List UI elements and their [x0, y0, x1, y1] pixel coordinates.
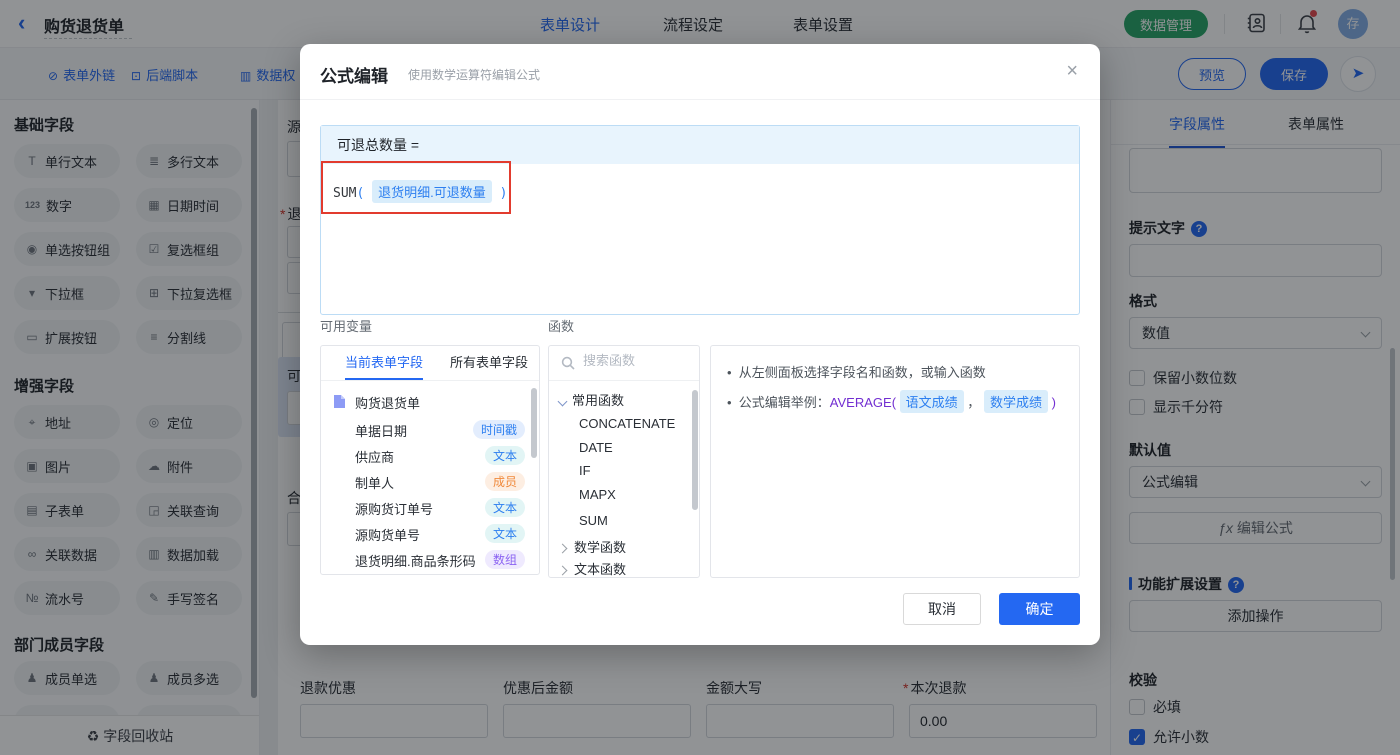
function-item[interactable]: IF	[549, 463, 699, 485]
function-search[interactable]	[549, 346, 699, 381]
functions-list: 常用函数 CONCATENATE DATE IF MAPX SUM 数学函数 文…	[548, 345, 700, 578]
variables-list: 当前表单字段 所有表单字段 购货退货单 单据日期 时间戳 供应商 文本 制单人 成员 …	[320, 345, 540, 575]
type-badge: 文本	[484, 446, 525, 465]
chevron-down-icon	[557, 396, 568, 407]
confirm-button[interactable]: 确定	[999, 593, 1080, 625]
modal-title: 公式编辑	[320, 67, 388, 86]
form-file-icon	[333, 394, 346, 409]
group-math-functions[interactable]: 数学函数	[549, 537, 699, 559]
tab-current-form-fields[interactable]: 当前表单字段	[345, 346, 424, 380]
close-icon[interactable]: ×	[1066, 60, 1078, 83]
variable-row-clipped	[321, 572, 539, 575]
functions-label: 函数	[548, 319, 575, 334]
group-common-functions[interactable]: 常用函数	[549, 390, 699, 412]
type-badge: 文本	[484, 524, 525, 543]
example-function: AVERAGE(	[829, 395, 897, 410]
search-icon	[561, 356, 575, 370]
tree-root[interactable]: 购货退货单	[321, 390, 539, 414]
type-badge: 文本	[484, 498, 525, 517]
variable-row[interactable]: 源购货订单号 文本	[321, 496, 539, 520]
modal-header: 公式编辑 使用数学运算符编辑公式 ×	[300, 44, 1100, 100]
function-name: SUM	[333, 186, 357, 201]
help-bullet: • 从左侧面板选择字段名和函数，或输入函数	[727, 365, 986, 380]
variable-row[interactable]: 供应商 文本	[321, 444, 539, 468]
help-bullet: • 公式编辑举例：AVERAGE( 语文成绩 ， 数学成绩 )	[727, 390, 1056, 413]
formula-target: 可退总数量 =	[321, 126, 1079, 164]
function-item[interactable]: DATE	[549, 440, 699, 462]
variable-row[interactable]: 制单人 成员	[321, 470, 539, 494]
example-field-chip: 语文成绩	[899, 390, 964, 413]
group-text-functions[interactable]: 文本函数	[549, 559, 699, 577]
formula-expression[interactable]: SUM( 退货明细.可退数量 )	[333, 180, 507, 203]
help-panel: • 从左侧面板选择字段名和函数，或输入函数 • 公式编辑举例：AVERAGE( …	[710, 345, 1080, 578]
function-item[interactable]: SUM	[549, 513, 699, 535]
divider	[321, 380, 539, 381]
type-badge: 时间戳	[472, 420, 525, 439]
function-item[interactable]: MAPX	[549, 487, 699, 509]
chevron-right-icon	[557, 565, 568, 576]
function-item[interactable]: CONCATENATE	[549, 416, 699, 438]
field-chip[interactable]: 退货明细.可退数量	[372, 180, 492, 203]
variables-label: 可用变量	[320, 319, 373, 334]
variables-scrollbar[interactable]	[531, 388, 537, 458]
formula-edit-modal: 公式编辑 使用数学运算符编辑公式 × 可退总数量 = SUM( 退货明细.可退数…	[300, 44, 1100, 645]
type-badge: 数组	[484, 550, 525, 569]
type-badge	[499, 574, 525, 575]
function-search-input[interactable]	[583, 353, 683, 368]
functions-scrollbar[interactable]	[692, 390, 698, 510]
modal-subtitle: 使用数学运算符编辑公式	[408, 68, 541, 82]
chevron-right-icon	[557, 543, 568, 554]
cancel-button[interactable]: 取消	[903, 593, 981, 625]
formula-editor[interactable]: 可退总数量 = SUM( 退货明细.可退数量 )	[320, 125, 1080, 315]
variable-row[interactable]: 退货明细.商品条形码 数组	[321, 548, 539, 572]
variable-row[interactable]: 单据日期 时间戳	[321, 418, 539, 442]
example-field-chip: 数学成绩	[983, 390, 1048, 413]
tab-all-form-fields[interactable]: 所有表单字段	[450, 346, 528, 380]
type-badge: 成员	[484, 472, 525, 491]
variable-row[interactable]: 源购货单号 文本	[321, 522, 539, 546]
